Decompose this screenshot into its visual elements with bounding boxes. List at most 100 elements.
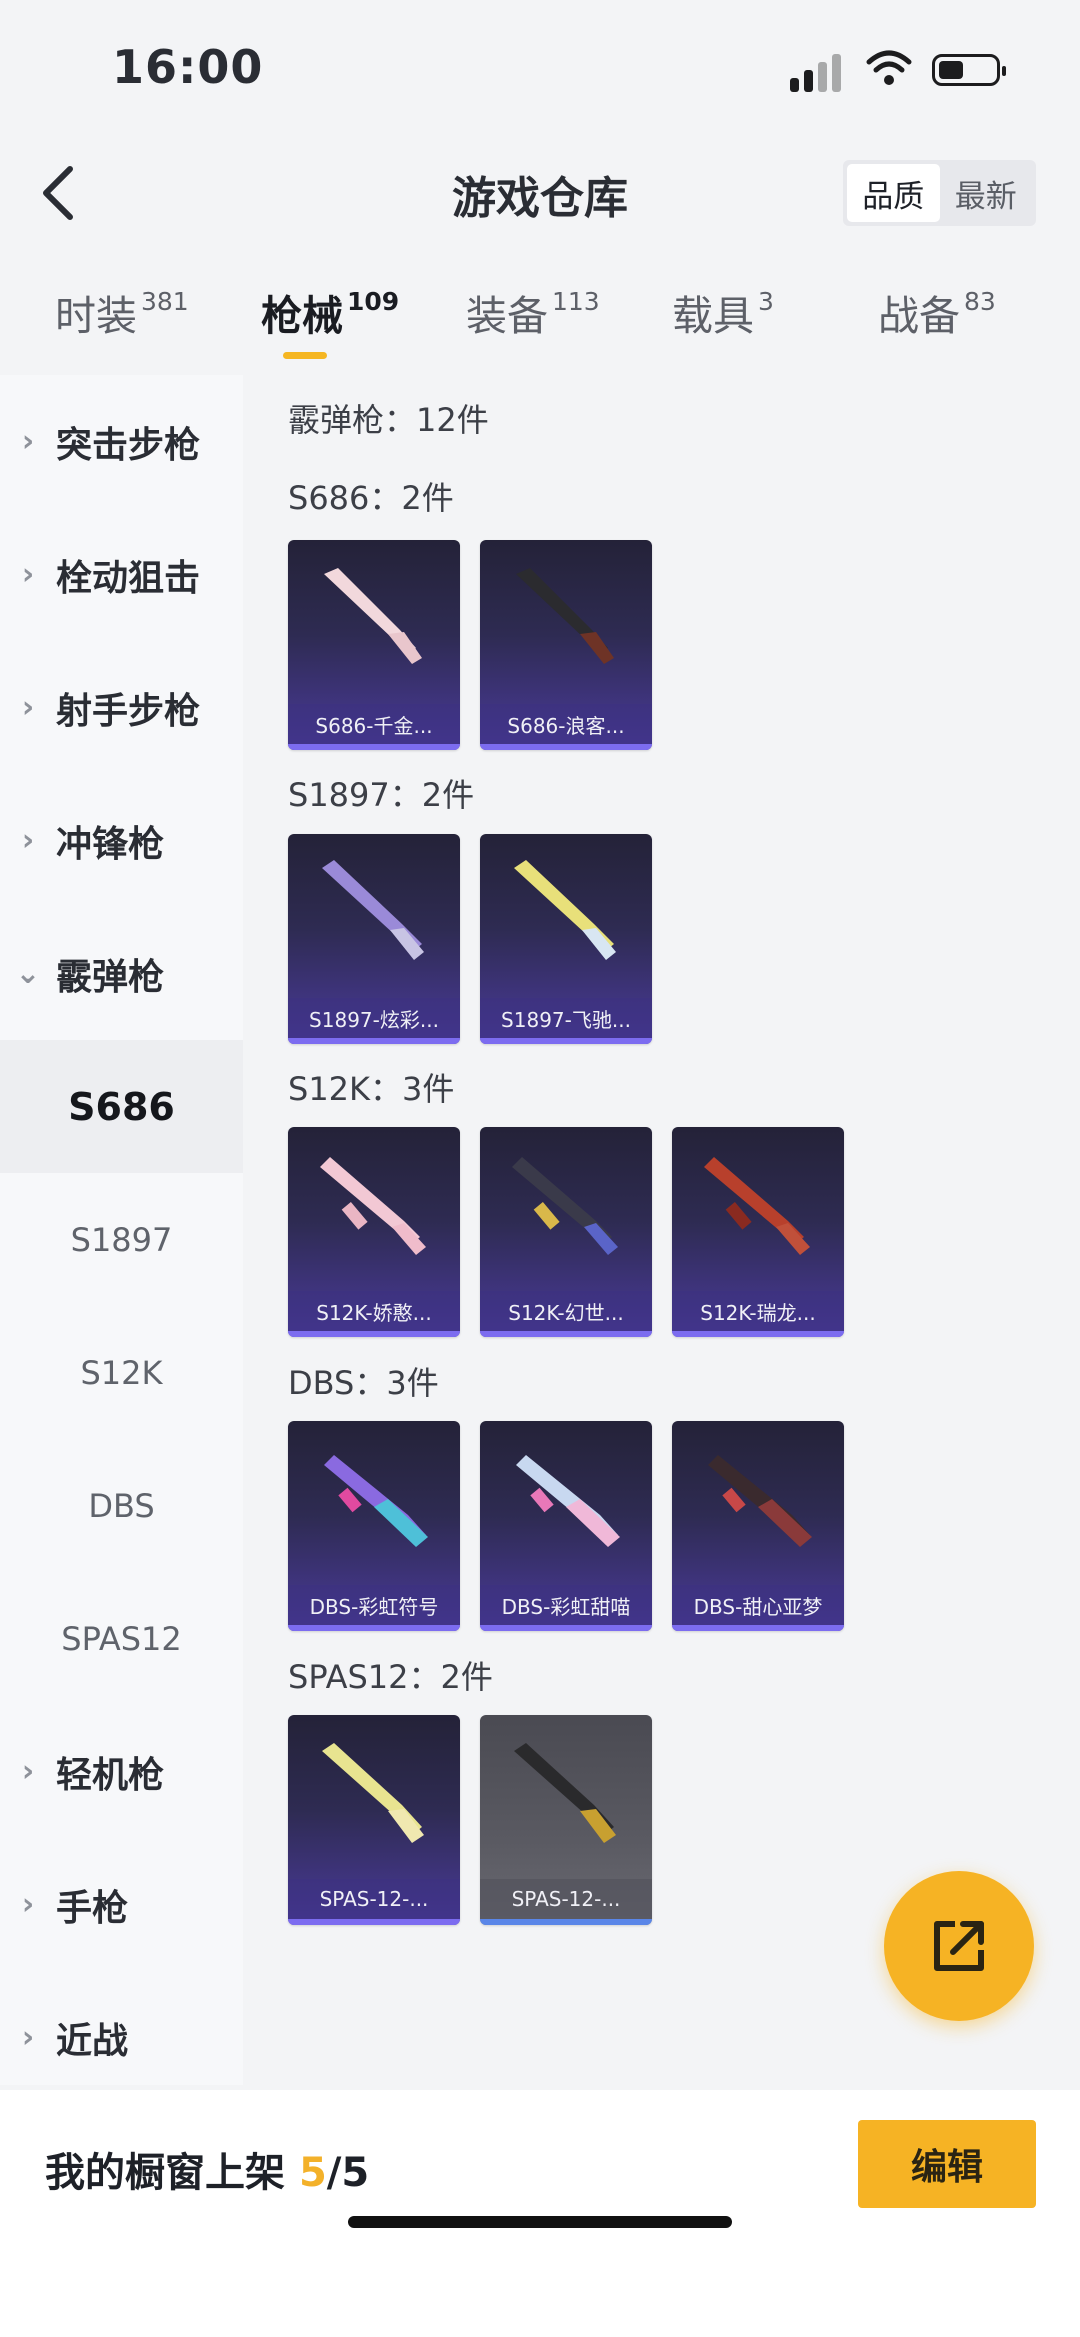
sidebar-item-marksman-rifle[interactable]: › 射手步枪 <box>0 641 243 774</box>
shotgun-icon <box>516 1455 620 1547</box>
tab-fashion[interactable]: 时装 381 <box>55 282 189 342</box>
sidebar-item-melee[interactable]: › 近战 <box>0 1971 243 2104</box>
rarity-bar <box>672 1625 844 1631</box>
tab-count: 109 <box>347 287 400 316</box>
item-card[interactable]: S686-浪客... <box>480 540 652 750</box>
sidebar-item-lmg[interactable]: › 轻机枪 <box>0 1705 243 1838</box>
rarity-bar <box>480 744 652 750</box>
rarity-bar <box>288 1038 460 1044</box>
sidebar-subitem-dbs[interactable]: DBS <box>0 1439 243 1572</box>
cellular-signal-icon <box>790 52 844 92</box>
tab-equipment[interactable]: 装备 113 <box>466 282 600 342</box>
sidebar-item-label: 轻机枪 <box>56 1754 165 1796</box>
rarity-bar <box>288 1625 460 1631</box>
shotgun-icon <box>514 1743 616 1843</box>
sidebar-item-bolt-sniper[interactable]: › 栓动狙击 <box>0 508 243 641</box>
sidebar-item-shotgun[interactable]: ⌄ 霰弹枪 <box>0 907 243 1040</box>
rarity-bar <box>672 1331 844 1337</box>
item-name: DBS-甜心亚梦 <box>672 1585 844 1625</box>
chevron-right-icon: › <box>21 1754 35 1789</box>
group-label: S686：2件 <box>288 479 454 517</box>
category-tabs: 时装 381 枪械 109 装备 113 载具 3 战备 83 <box>0 260 1080 370</box>
item-card[interactable]: DBS-彩虹甜喵 <box>480 1421 652 1631</box>
item-card[interactable]: S12K-幻世... <box>480 1127 652 1337</box>
sidebar-item-label: 突击步枪 <box>56 424 201 466</box>
sidebar-item-smg[interactable]: › 冲锋枪 <box>0 774 243 907</box>
rarity-bar <box>480 1625 652 1631</box>
sidebar-subitem-spas12[interactable]: SPAS12 <box>0 1572 243 1705</box>
rarity-bar <box>480 1919 652 1925</box>
item-name: SPAS-12-... <box>480 1879 652 1919</box>
sort-newest-button[interactable]: 最新 <box>940 164 1033 222</box>
item-name: DBS-彩虹符号 <box>288 1585 460 1625</box>
sidebar-subitem-s686[interactable]: S686 <box>0 1040 243 1173</box>
tab-count: 83 <box>964 287 996 316</box>
item-card[interactable]: S1897-炫彩... <box>288 834 460 1044</box>
rarity-bar <box>288 1331 460 1337</box>
tab-label: 载具 <box>672 292 754 340</box>
rarity-bar <box>480 1038 652 1044</box>
showcase-panel: 我的橱窗上架 5/5 编辑 <box>0 2090 1080 2337</box>
shotgun-icon <box>324 1455 428 1547</box>
sidebar-subitem-s12k[interactable]: S12K <box>0 1306 243 1439</box>
shotgun-icon <box>708 1455 812 1547</box>
item-name: DBS-彩虹甜喵 <box>480 1585 652 1625</box>
chevron-right-icon: › <box>21 690 35 725</box>
tab-count: 381 <box>141 287 189 316</box>
active-tab-indicator <box>283 352 327 359</box>
item-name: S1897-飞驰... <box>480 998 652 1038</box>
tab-label: 战备 <box>878 292 960 340</box>
item-card[interactable]: S12K-瑞龙... <box>672 1127 844 1337</box>
item-card[interactable]: S686-千金... <box>288 540 460 750</box>
tab-count: 113 <box>552 287 600 316</box>
showcase-total-count: /5 <box>326 2150 370 2196</box>
item-card[interactable]: SPAS-12-... <box>288 1715 460 1925</box>
sidebar-subitem-s1897[interactable]: S1897 <box>0 1173 243 1306</box>
header: 游戏仓库 品质 最新 <box>0 130 1080 255</box>
wifi-icon <box>866 50 912 85</box>
chevron-down-icon: ⌄ <box>15 956 41 991</box>
chevron-right-icon: › <box>21 823 35 858</box>
status-bar: 16:00 <box>0 0 1080 130</box>
item-name: S12K-幻世... <box>480 1291 652 1331</box>
home-indicator[interactable] <box>348 2216 732 2228</box>
rifle-icon <box>320 1157 426 1255</box>
item-card[interactable]: DBS-彩虹符号 <box>288 1421 460 1631</box>
chevron-right-icon: › <box>21 2020 35 2055</box>
chevron-right-icon: › <box>21 1887 35 1922</box>
group-label: DBS：3件 <box>288 1364 439 1402</box>
group-label: S1897：2件 <box>288 776 475 814</box>
sidebar-item-pistol[interactable]: › 手枪 <box>0 1838 243 1971</box>
sidebar-item-label: 射手步枪 <box>56 690 201 732</box>
sort-quality-button[interactable]: 品质 <box>847 164 940 222</box>
tab-label: 枪械 <box>261 292 343 340</box>
item-name: S1897-炫彩... <box>288 998 460 1038</box>
item-name: S686-千金... <box>288 704 460 744</box>
battery-icon <box>932 54 1006 86</box>
showcase-label: 我的橱窗上架 <box>45 2150 285 2196</box>
sidebar: › 突击步枪 › 栓动狙击 › 射手步枪 › 冲锋枪 ⌄ 霰弹枪 S686 S1897 S… <box>0 375 243 2085</box>
tab-firearms[interactable]: 枪械 109 <box>261 282 399 342</box>
share-external-icon <box>934 1921 984 1971</box>
item-name: S12K-娇憨... <box>288 1291 460 1331</box>
sidebar-item-assault-rifle[interactable]: › 突击步枪 <box>0 375 243 508</box>
sidebar-item-label: 手枪 <box>56 1887 129 1929</box>
share-button[interactable] <box>884 1871 1034 2021</box>
item-card[interactable]: SPAS-12-... <box>480 1715 652 1925</box>
showcase-current-count: 5 <box>298 2150 327 2196</box>
tab-count: 3 <box>758 287 774 316</box>
tab-vehicles[interactable]: 载具 3 <box>672 282 774 342</box>
item-card[interactable]: S12K-娇憨... <box>288 1127 460 1337</box>
status-time: 16:00 <box>112 40 264 94</box>
item-card[interactable]: DBS-甜心亚梦 <box>672 1421 844 1631</box>
tab-combat-gear[interactable]: 战备 83 <box>878 282 996 342</box>
chevron-right-icon: › <box>21 557 35 592</box>
category-summary: 霰弹枪：12件 <box>288 401 489 439</box>
shotgun-icon <box>516 568 614 664</box>
sidebar-item-label: 栓动狙击 <box>56 557 201 599</box>
shotgun-icon <box>322 1743 424 1843</box>
sidebar-item-label: 冲锋枪 <box>56 823 165 865</box>
sort-toggle: 品质 最新 <box>843 160 1036 226</box>
edit-button[interactable]: 编辑 <box>858 2120 1036 2208</box>
item-card[interactable]: S1897-飞驰... <box>480 834 652 1044</box>
